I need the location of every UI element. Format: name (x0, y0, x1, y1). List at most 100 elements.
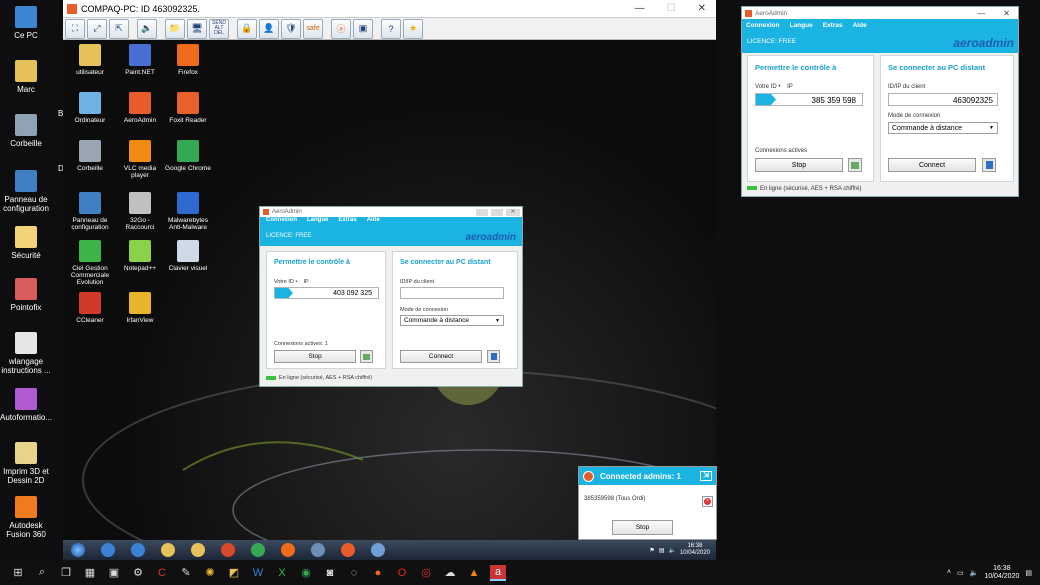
cloud-icon[interactable]: ☁ (442, 565, 458, 581)
desktop-icon[interactable]: Sécurité (0, 226, 53, 260)
aeroadmin-taskbar-icon[interactable]: a (490, 564, 506, 581)
ccleaner-icon[interactable]: C (154, 565, 170, 581)
collapse-icon[interactable]: ⇲ (700, 471, 712, 481)
aero-main-titlebar[interactable]: AeroAdmin — ✕ (742, 7, 1018, 19)
media-icon[interactable]: ◎ (418, 565, 434, 581)
tray-volume-icon[interactable]: 🔈 (970, 569, 979, 577)
remote-taskbar-item[interactable] (275, 541, 301, 559)
minimize-icon[interactable]: — (635, 3, 645, 14)
remote-desktop-icon[interactable]: VLC media player (115, 140, 165, 179)
save-icon[interactable]: ▣ (106, 565, 122, 581)
remote-desktop-icon[interactable]: Google Chrome (163, 140, 213, 172)
tray-chevron-up-icon[interactable]: ˄ (947, 569, 951, 576)
session-manager-icon[interactable] (848, 158, 862, 172)
client-id-input[interactable] (400, 287, 504, 299)
your-id-field[interactable]: 403 092 325 (274, 287, 379, 299)
disconnect-admin-button[interactable]: × (702, 496, 713, 507)
stop-button[interactable]: Stop (755, 158, 843, 172)
popup-stop-button[interactable]: Stop (612, 520, 673, 535)
help-icon[interactable]: ? (381, 18, 401, 39)
loading-icon[interactable]: ◌ (346, 565, 362, 581)
remote-desktop-icon[interactable]: Malwarebytes Anti-Malware (163, 192, 213, 231)
firefox-icon[interactable]: ● (370, 565, 386, 581)
tray-network-icon[interactable]: ▤ (659, 547, 665, 554)
contacts-book-icon[interactable] (982, 158, 996, 172)
desktop-icon[interactable]: Pointofix (0, 278, 53, 312)
desktop-icon[interactable]: Marc (0, 60, 53, 94)
remote-desktop-icon[interactable]: 32Go - Raccourci (115, 192, 165, 231)
vlc-icon[interactable]: ▲ (466, 565, 482, 581)
scale-icon[interactable]: ⇱ (109, 18, 129, 39)
desktop-icon[interactable]: wlangage instructions ... (0, 332, 53, 375)
minimize-icon[interactable] (476, 208, 488, 216)
remote-desktop-icon[interactable]: utilisateur (65, 44, 115, 76)
remote-desktop-icon[interactable]: Notepad++ (115, 240, 165, 272)
close-icon[interactable]: ✕ (506, 208, 520, 216)
minimize-icon[interactable]: — (977, 9, 985, 18)
remote-desktop-icon[interactable]: AeroAdmin (115, 92, 165, 124)
camera-icon[interactable]: ◙ (322, 565, 338, 581)
menu-extras[interactable]: Extras (823, 22, 843, 29)
remote-desktop-icon[interactable]: Panneau de configuration (65, 192, 115, 231)
mode-select[interactable]: Commande à distance ▼ (400, 315, 504, 326)
calculator-icon[interactable]: ▦ (82, 565, 98, 581)
search-icon[interactable]: ⌕ (34, 565, 50, 581)
tray-volume-icon[interactable]: 🔈 (668, 547, 675, 554)
pointofix-icon[interactable]: ✺ (202, 565, 218, 581)
lock-icon[interactable]: 🔒 (237, 18, 257, 39)
ctrl-alt-del-icon[interactable]: SEND ALT DEL (209, 18, 229, 39)
aero-small-titlebar[interactable]: AeroAdmin ✕ (260, 207, 522, 217)
fit-icon[interactable]: ⤢ (87, 18, 107, 39)
menu-connexion[interactable]: Connexion (266, 217, 297, 227)
maximize-icon[interactable] (491, 208, 503, 216)
host-aeroadmin-window[interactable]: AeroAdmin — ✕ Connexion Langue Extras Ai… (741, 6, 1019, 197)
menu-extras[interactable]: Extras (338, 217, 356, 227)
remote-titlebar[interactable]: COMPAQ-PC: ID 463092325. — ☐ ✕ (63, 0, 716, 18)
remote-desktop-icon[interactable]: IrfanView (115, 292, 165, 324)
remote-taskbar-item[interactable] (95, 541, 121, 559)
opera-icon[interactable]: O (394, 565, 410, 581)
remote-aeroadmin-window[interactable]: AeroAdmin ✕ Connexion Langue Extras Aide… (259, 206, 523, 387)
user-icon[interactable]: 👤 (259, 18, 279, 39)
security-icon[interactable]: 🛡 (281, 18, 301, 39)
remote-desktop-icon[interactable]: Corbeille (65, 140, 115, 172)
contacts-book-icon[interactable] (487, 350, 500, 363)
desktop-icon[interactable]: Imprim 3D et Dessin 2D (0, 442, 53, 485)
remote-desktop-icon[interactable]: Ordinateur (65, 92, 115, 124)
connect-button[interactable]: Connect (400, 350, 482, 363)
client-id-input[interactable]: 463092325 (888, 93, 998, 106)
notepad-icon[interactable]: ✎ (178, 565, 194, 581)
file-transfer-icon[interactable]: 📁 (165, 18, 185, 39)
windows-start-icon[interactable]: ⊞ (10, 565, 26, 581)
fullscreen-icon[interactable]: ⛶ (65, 18, 85, 39)
tray-flag-icon[interactable]: ⚑ (649, 547, 654, 554)
system-info-icon[interactable]: 🖥 (187, 18, 207, 39)
word-icon[interactable]: W (250, 565, 266, 581)
your-id-field[interactable]: 385 359 598 (755, 93, 863, 106)
remote-desktop-icon[interactable]: Clavier visuel (163, 240, 213, 272)
remote-taskbar-item[interactable] (125, 541, 151, 559)
maximize-icon[interactable]: ☐ (667, 3, 676, 14)
remote-start-button[interactable] (65, 541, 91, 559)
notification-icon[interactable]: ▤ (1025, 569, 1032, 577)
desktop-icon[interactable]: Panneau de configuration (0, 170, 53, 213)
remote-clock[interactable]: 16:38 10/04/2020 (680, 543, 710, 557)
excel-icon[interactable]: X (274, 565, 290, 581)
menu-langue[interactable]: Langue (790, 22, 813, 29)
close-icon[interactable]: ✕ (1003, 9, 1010, 18)
remote-taskbar-item[interactable] (155, 541, 181, 559)
chat-icon[interactable]: ⓐ (331, 18, 351, 39)
desktop-icon[interactable]: Corbeille (0, 114, 53, 148)
mode-select[interactable]: Commande à distance ▼ (888, 122, 998, 134)
menu-aide[interactable]: Aide (367, 217, 380, 227)
settings-gear-icon[interactable]: ⚙ (130, 565, 146, 581)
remote-taskbar-item[interactable] (365, 541, 391, 559)
connected-admins-popup[interactable]: Connected admins: 1 ⇲ 385359598 (Tous Or… (578, 466, 717, 540)
chrome-icon[interactable]: ◉ (298, 565, 314, 581)
stop-button[interactable]: Stop (274, 350, 356, 363)
favorite-icon[interactable]: ★ (403, 18, 423, 39)
remote-taskbar-item[interactable] (215, 541, 241, 559)
session-manager-icon[interactable] (360, 350, 373, 363)
remote-desktop-icon[interactable]: Paint.NET (115, 44, 165, 76)
host-clock[interactable]: 16:38 10/04/2020 (984, 565, 1019, 581)
